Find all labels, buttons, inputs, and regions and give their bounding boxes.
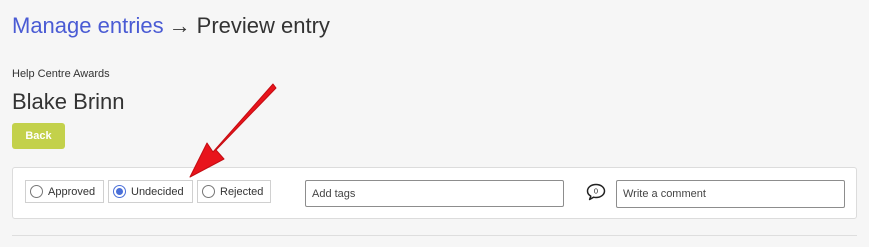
- comment-input[interactable]: [616, 180, 845, 208]
- status-option-undecided[interactable]: Undecided: [108, 180, 193, 203]
- program-name: Help Centre Awards: [12, 68, 110, 80]
- add-tags-input[interactable]: [305, 180, 564, 207]
- entry-title: Blake Brinn: [12, 89, 125, 114]
- status-option-approved[interactable]: Approved: [25, 180, 104, 203]
- breadcrumb-current-page: Preview entry: [196, 13, 330, 38]
- undecided-label: Undecided: [131, 185, 184, 198]
- approved-radio[interactable]: [30, 185, 43, 198]
- rejected-label: Rejected: [220, 185, 264, 198]
- comment-count: 0: [594, 187, 598, 196]
- review-panel: Approved Undecided Rejected 0: [12, 167, 857, 219]
- divider: [12, 235, 857, 236]
- undecided-radio[interactable]: [113, 185, 126, 198]
- approved-label: Approved: [48, 185, 96, 198]
- back-button[interactable]: Back: [12, 123, 65, 149]
- comment-count-icon[interactable]: 0: [586, 183, 606, 201]
- breadcrumb-arrow-icon: →: [168, 13, 191, 38]
- breadcrumb: Manage entries → Preview entry: [12, 12, 330, 40]
- breadcrumb-manage-entries-link[interactable]: Manage entries: [12, 13, 164, 38]
- preview-entry-page: Manage entries → Preview entry Help Centre…: [0, 0, 869, 247]
- rejected-radio[interactable]: [202, 185, 215, 198]
- status-option-rejected[interactable]: Rejected: [197, 180, 271, 203]
